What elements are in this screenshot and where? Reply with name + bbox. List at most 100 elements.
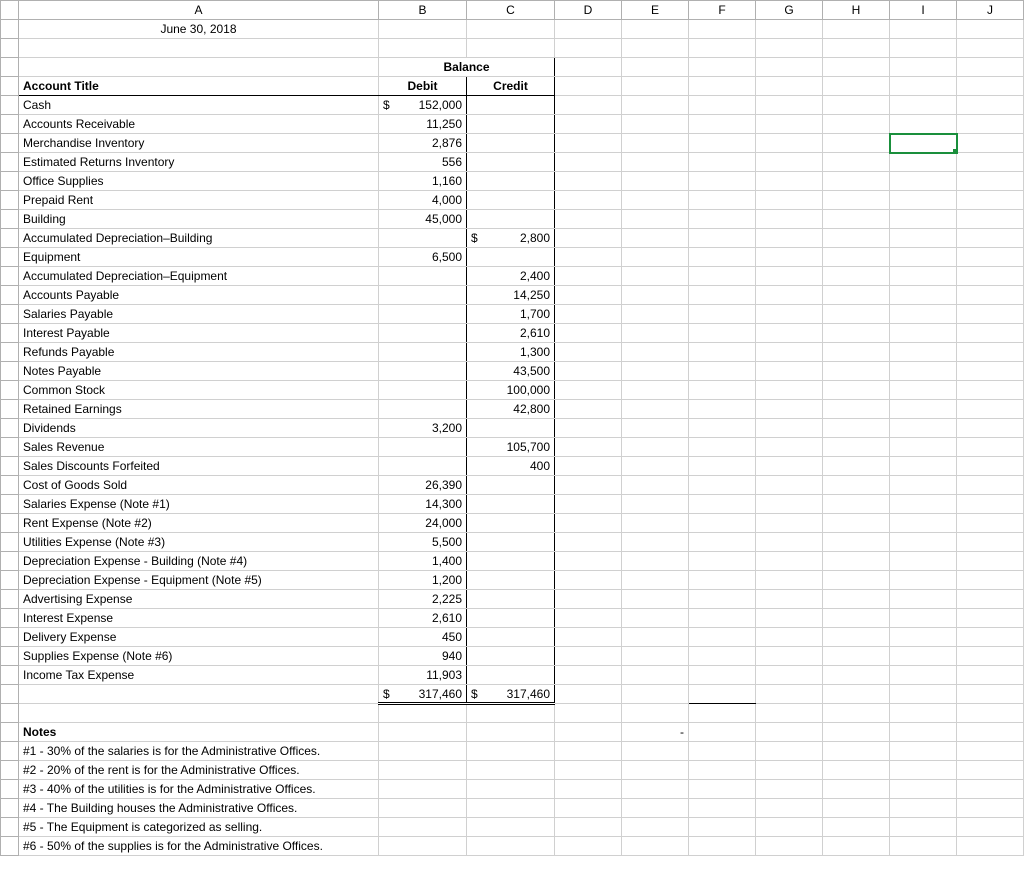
cell[interactable] [823, 761, 890, 780]
cell[interactable] [689, 77, 756, 96]
cell[interactable] [689, 666, 756, 685]
cell[interactable] [622, 96, 689, 115]
cell[interactable] [823, 647, 890, 666]
account-title[interactable]: Sales Discounts Forfeited [19, 457, 379, 476]
cell[interactable] [756, 153, 823, 172]
credit-cell[interactable] [467, 571, 555, 590]
cell[interactable] [756, 780, 823, 799]
debit-cell[interactable]: 2,610 [379, 609, 467, 628]
debit-cell[interactable]: 11,250 [379, 115, 467, 134]
cell[interactable] [890, 685, 957, 704]
cell[interactable] [19, 39, 379, 58]
credit-cell[interactable] [467, 191, 555, 210]
cell[interactable] [756, 818, 823, 837]
cell[interactable] [622, 20, 689, 39]
note-line[interactable]: #2 - 20% of the rent is for the Administ… [19, 761, 379, 780]
cell[interactable] [555, 590, 622, 609]
cell[interactable] [622, 476, 689, 495]
cell[interactable] [756, 609, 823, 628]
cell[interactable] [823, 134, 890, 153]
cell[interactable] [957, 20, 1024, 39]
debit-cell[interactable]: 2,876 [379, 134, 467, 153]
credit-cell[interactable] [467, 248, 555, 267]
cell[interactable] [890, 818, 957, 837]
credit-cell[interactable]: 2,400 [467, 267, 555, 286]
cell[interactable] [957, 628, 1024, 647]
cell[interactable] [689, 134, 756, 153]
account-title[interactable]: Salaries Expense (Note #1) [19, 495, 379, 514]
cell[interactable] [555, 58, 622, 77]
cell[interactable] [622, 248, 689, 267]
cell[interactable] [689, 799, 756, 818]
cell[interactable] [555, 647, 622, 666]
account-title[interactable]: Notes Payable [19, 362, 379, 381]
cell[interactable] [555, 286, 622, 305]
cell[interactable] [379, 723, 467, 742]
cell[interactable] [890, 666, 957, 685]
cell[interactable] [467, 723, 555, 742]
cell[interactable] [823, 742, 890, 761]
row-header[interactable] [1, 343, 19, 362]
cell[interactable] [890, 761, 957, 780]
credit-cell[interactable] [467, 590, 555, 609]
credit-cell[interactable] [467, 476, 555, 495]
cell[interactable] [823, 58, 890, 77]
cell[interactable] [890, 514, 957, 533]
row-header[interactable] [1, 818, 19, 837]
cell[interactable] [756, 533, 823, 552]
cell[interactable] [890, 457, 957, 476]
cell[interactable] [823, 362, 890, 381]
cell[interactable] [756, 77, 823, 96]
cell[interactable] [689, 818, 756, 837]
cell[interactable] [957, 704, 1024, 723]
cell[interactable] [823, 96, 890, 115]
cell[interactable] [555, 552, 622, 571]
cell[interactable] [379, 799, 467, 818]
col-header[interactable]: E [622, 1, 689, 20]
debit-cell[interactable]: 1,400 [379, 552, 467, 571]
cell[interactable] [622, 58, 689, 77]
cell[interactable] [467, 742, 555, 761]
cell[interactable] [689, 723, 756, 742]
cell[interactable] [890, 590, 957, 609]
cell[interactable] [957, 172, 1024, 191]
cell[interactable] [622, 495, 689, 514]
cell[interactable] [756, 134, 823, 153]
credit-cell[interactable] [467, 115, 555, 134]
cell[interactable] [823, 191, 890, 210]
cell[interactable] [622, 400, 689, 419]
cell[interactable] [890, 723, 957, 742]
cell[interactable] [890, 533, 957, 552]
cell[interactable] [689, 229, 756, 248]
cell[interactable] [622, 571, 689, 590]
credit-cell[interactable]: 42,800 [467, 400, 555, 419]
row-header[interactable] [1, 476, 19, 495]
credit-cell[interactable] [467, 495, 555, 514]
cell[interactable] [823, 229, 890, 248]
row-header[interactable] [1, 666, 19, 685]
cell[interactable] [555, 837, 622, 856]
cell[interactable] [555, 115, 622, 134]
row-header[interactable] [1, 685, 19, 704]
col-header[interactable]: J [957, 1, 1024, 20]
cell[interactable] [957, 647, 1024, 666]
cell[interactable] [823, 685, 890, 704]
cell[interactable] [890, 438, 957, 457]
cell[interactable] [756, 229, 823, 248]
cell[interactable] [890, 495, 957, 514]
cell[interactable] [957, 590, 1024, 609]
account-title[interactable]: Prepaid Rent [19, 191, 379, 210]
credit-cell[interactable] [467, 134, 555, 153]
row-header[interactable] [1, 799, 19, 818]
cell[interactable] [756, 419, 823, 438]
cell[interactable] [379, 20, 467, 39]
col-header[interactable]: H [823, 1, 890, 20]
account-title[interactable]: Accumulated Depreciation–Building [19, 229, 379, 248]
cell[interactable] [467, 837, 555, 856]
cell[interactable] [890, 134, 957, 153]
account-title[interactable]: Dividends [19, 419, 379, 438]
cell[interactable] [957, 457, 1024, 476]
cell[interactable] [890, 267, 957, 286]
col-header[interactable]: B [379, 1, 467, 20]
cell[interactable] [555, 457, 622, 476]
